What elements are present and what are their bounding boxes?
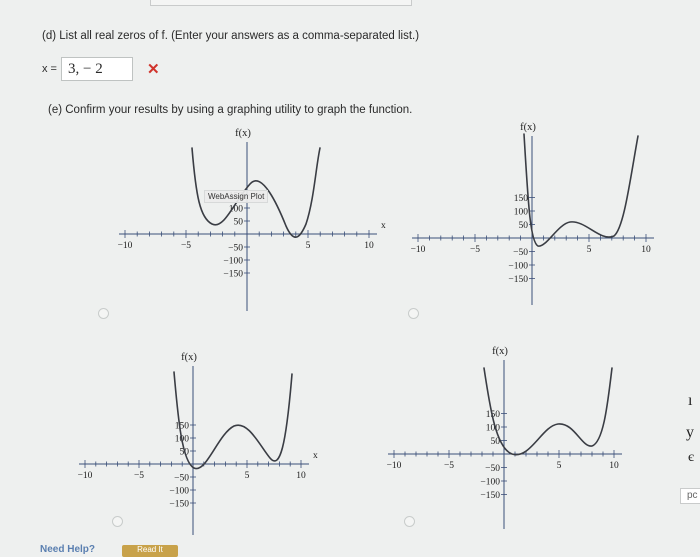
y-axis-label: f(x) xyxy=(235,128,251,139)
y-tick-label: −150 xyxy=(169,500,189,510)
graph-plot-3: −10 −5 5 1015010050−50−100−150f(x)x xyxy=(78,352,318,535)
graph-option-4-radio[interactable] xyxy=(404,516,415,527)
graph-option-2[interactable]: −10 −5 5 10 150 100 50 −50 −100 −150 f(x) xyxy=(410,120,700,310)
graph-option-1[interactable]: −10−551015010050−50−100−150f(x)x xyxy=(100,126,400,316)
question-d-text: (d) List all real zeros of f. (Enter you… xyxy=(42,30,420,42)
x-tick-label: −10 xyxy=(78,471,93,481)
y-tick-label: −50 xyxy=(485,464,500,474)
y-tick-label: −50 xyxy=(513,248,528,258)
x-tick-label: 5 xyxy=(587,245,592,255)
y-tick-label: −50 xyxy=(228,244,243,254)
read-it-button[interactable]: Read It xyxy=(122,545,178,557)
y-tick-label: −100 xyxy=(223,257,243,267)
x-tick-label: 10 xyxy=(641,245,651,255)
zeros-answer-value: 3, − 2 xyxy=(67,60,103,77)
x-tick-label: −10 xyxy=(411,245,426,255)
y-axis-label: f(x) xyxy=(492,346,508,357)
previous-answer-box xyxy=(150,0,412,6)
y-tick-label: 50 xyxy=(234,218,244,228)
y-tick-label: −100 xyxy=(169,487,189,497)
x-mark-icon: ✕ xyxy=(146,61,160,78)
x-axis-label: x xyxy=(313,451,318,461)
edge-corner-text: pc xyxy=(687,490,698,501)
y-tick-label: 150 xyxy=(514,194,529,204)
edge-glyph-1: ı xyxy=(688,392,693,409)
function-curve xyxy=(173,371,293,470)
zeros-answer-input[interactable]: 3, − 2 xyxy=(60,57,133,81)
graph-plot-2: −10 −5 5 10 150 100 50 −50 −100 −150 f(x) xyxy=(411,122,654,305)
y-tick-label: 100 xyxy=(486,424,501,434)
y-tick-label: −150 xyxy=(480,491,500,501)
y-tick-label: −150 xyxy=(223,270,243,280)
x-axis-label: x xyxy=(381,221,386,231)
x-tick-label: −5 xyxy=(470,245,480,255)
x-tick-label: 5 xyxy=(557,461,562,471)
x-tick-label: −5 xyxy=(181,241,191,251)
x-tick-label: 10 xyxy=(364,241,374,251)
graph-plot-4: −10 −5 5 1015010050−50−100−150f(x) xyxy=(387,346,622,529)
x-tick-label: −10 xyxy=(387,461,402,471)
question-e-text: (e) Confirm your results by using a grap… xyxy=(48,104,413,116)
edge-glyph-2: y xyxy=(686,424,694,441)
graph-option-4[interactable]: −10 −5 5 10 150 100 50 −50 −100 −150 f(x) xyxy=(387,344,700,534)
x-tick-label: 5 xyxy=(245,471,250,481)
answer-row: x = 3, − 2 ✕ xyxy=(42,56,160,82)
x-tick-label: −5 xyxy=(134,471,144,481)
x-tick-label: −5 xyxy=(444,461,454,471)
y-tick-label: 50 xyxy=(519,221,529,231)
y-tick-label: −100 xyxy=(508,262,528,272)
function-curve xyxy=(523,133,639,247)
x-tick-label: 5 xyxy=(306,241,311,251)
function-curve xyxy=(483,367,613,456)
y-tick-label: −150 xyxy=(508,275,528,285)
plot-tooltip: WebAssign Plot xyxy=(204,190,269,203)
y-tick-label: 150 xyxy=(175,422,190,432)
graph-option-2-radio[interactable] xyxy=(408,308,419,319)
y-tick-label: −100 xyxy=(480,478,500,488)
x-tick-label: −10 xyxy=(118,241,133,251)
x-tick-label: 10 xyxy=(609,461,619,471)
y-axis-label: f(x) xyxy=(181,352,197,363)
need-help-link[interactable]: Need Help? xyxy=(40,544,95,555)
y-tick-label: 100 xyxy=(514,208,529,218)
edge-corner-box: pc xyxy=(680,488,700,504)
x-equals-label: x = xyxy=(42,63,57,75)
graph-option-3-radio[interactable] xyxy=(112,516,123,527)
edge-glyph-3: є xyxy=(688,450,695,465)
y-tick-label: −50 xyxy=(174,474,189,484)
graph-plot-1: −10−551015010050−50−100−150f(x)x xyxy=(118,128,386,311)
graph-option-1-radio[interactable] xyxy=(98,308,109,319)
graph-option-3[interactable]: −10 −5 5 10 150 100 50 −50 −100 −150 f(x) x xyxy=(78,350,408,540)
y-axis-label: f(x) xyxy=(520,122,536,133)
x-tick-label: 10 xyxy=(296,471,306,481)
